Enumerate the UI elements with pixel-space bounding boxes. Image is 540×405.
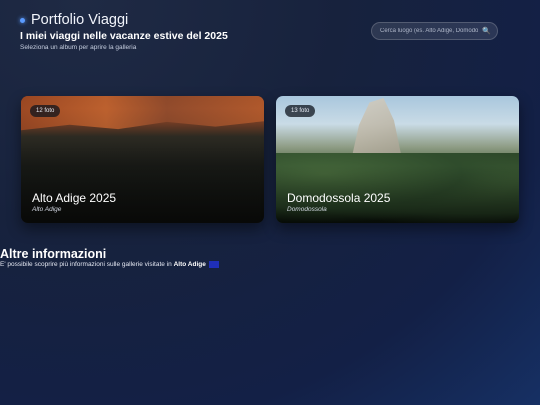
page-subtitle: I miei viaggi nelle vacanze estive del 2… xyxy=(20,30,228,42)
info-sentence: E' possibile scoprire più informazioni s… xyxy=(0,261,172,269)
page-hint: Seleziona un album per aprire la galleri… xyxy=(20,44,137,51)
photo-count-badge: 12 foto xyxy=(30,105,61,117)
info-text: E' possibile scoprire più informazioni s… xyxy=(0,261,219,268)
album-title: Domodossola 2025 xyxy=(287,191,391,205)
info-highlight-link[interactable]: Alto Adige xyxy=(174,261,206,268)
page-header: Portfolio Viaggi I miei viaggi nelle vac… xyxy=(20,12,228,51)
album-location: Domodossola xyxy=(287,206,327,213)
link-marker-icon[interactable] xyxy=(208,261,219,268)
album-card-domodossola[interactable]: 13 foto Domodossola 2025 Domodossola xyxy=(276,96,519,223)
photo-count-badge: 13 foto xyxy=(285,105,316,117)
brand-title: Portfolio Viaggi xyxy=(31,12,129,28)
album-title: Alto Adige 2025 xyxy=(32,191,117,205)
search-input[interactable] xyxy=(380,28,479,34)
search-icon[interactable]: 🔍 xyxy=(482,27,491,35)
album-location: Alto Adige xyxy=(32,206,62,213)
album-card-alto-adige[interactable]: 12 foto Alto Adige 2025 Alto Adige xyxy=(21,96,264,223)
info-heading: Altre informazioni xyxy=(0,247,107,261)
search-box[interactable]: 🔍 xyxy=(371,22,498,40)
brand-dot-icon xyxy=(20,17,25,23)
brand: Portfolio Viaggi xyxy=(20,12,228,28)
